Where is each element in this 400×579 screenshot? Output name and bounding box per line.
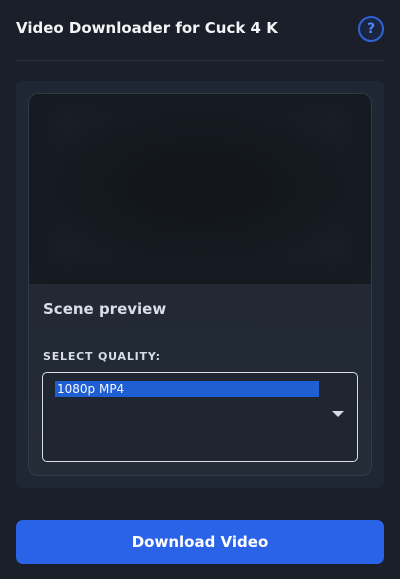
preview-card: Scene preview SELECT QUALITY: 1080p MP4: [28, 93, 372, 476]
help-button[interactable]: ?: [358, 16, 384, 42]
chevron-down-icon: [332, 411, 344, 417]
page-title: Video Downloader for Cuck 4 K: [16, 19, 278, 37]
question-mark-icon: ?: [366, 21, 376, 37]
download-video-button[interactable]: Download Video: [16, 520, 384, 564]
quality-label: SELECT QUALITY:: [43, 350, 161, 363]
quality-option-selected[interactable]: 1080p MP4: [55, 381, 319, 397]
header: Video Downloader for Cuck 4 K ?: [16, 0, 384, 61]
scene-preview-label: Scene preview: [43, 300, 167, 318]
scene-preview-image: [29, 94, 371, 284]
content-panel: Scene preview SELECT QUALITY: 1080p MP4: [16, 81, 384, 488]
quality-select[interactable]: 1080p MP4: [42, 372, 358, 462]
